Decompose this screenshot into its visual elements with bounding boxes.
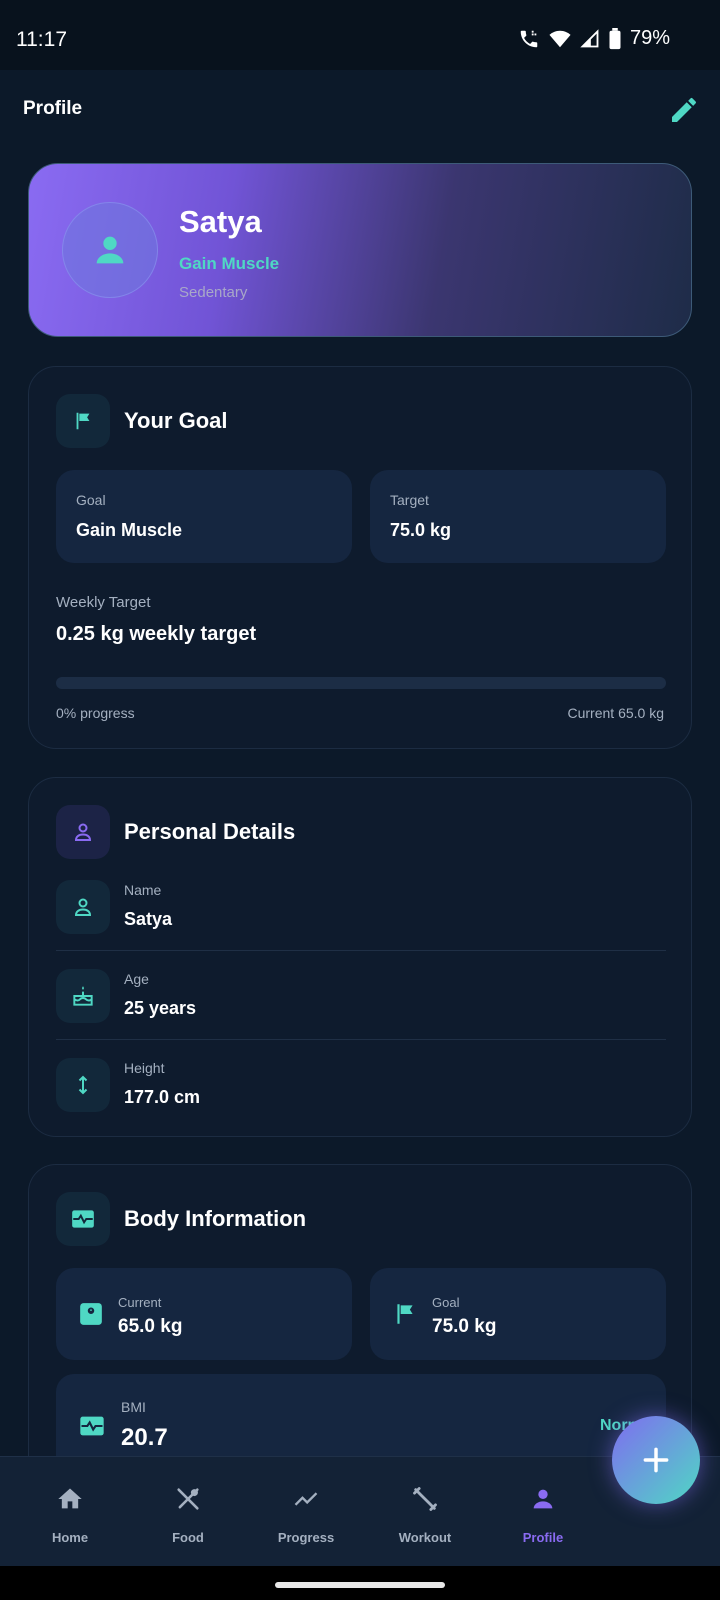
detail-label: Name (124, 882, 162, 898)
bmi-label: BMI (121, 1399, 146, 1415)
nav-label: Workout (398, 1530, 452, 1545)
nav-item-food[interactable]: Food (129, 1457, 247, 1567)
goal-tile: Goal Gain Muscle (56, 470, 352, 563)
personal-card-icon (56, 805, 110, 859)
nav-item-progress[interactable]: Progress (247, 1457, 365, 1567)
nav-label: Profile (522, 1530, 564, 1545)
wifi-icon (549, 30, 571, 47)
profile-goal: Gain Muscle (179, 254, 280, 273)
nav-item-workout[interactable]: Workout (366, 1457, 484, 1567)
page-title: Profile (23, 98, 83, 119)
detail-label: Age (124, 971, 149, 987)
current-weight-label: Current (118, 1295, 162, 1310)
age-row-icon (56, 969, 110, 1023)
divider (56, 950, 666, 951)
nav-label: Home (51, 1530, 89, 1545)
person-icon (533, 1489, 553, 1509)
detail-value: 25 years (124, 998, 197, 1018)
current-weight-text: Current 65.0 kg (567, 705, 665, 721)
person-outline-icon (74, 898, 92, 916)
battery-icon (609, 27, 621, 49)
divider (56, 1039, 666, 1040)
pencil-icon (672, 97, 696, 122)
target-tile-value: 75.0 kg (390, 520, 452, 540)
flag-icon (76, 412, 90, 430)
wifi-calling-icon (520, 30, 538, 47)
person-icon (96, 236, 124, 264)
nav-item-profile[interactable]: Profile (484, 1457, 602, 1567)
status-bar: 11:17 79% (0, 0, 720, 70)
home-icon (58, 1488, 82, 1509)
goal-weight-value: 75.0 kg (432, 1316, 497, 1337)
body-card-title: Body Information (124, 1206, 307, 1231)
detail-row-height: Height 177.0 cm (56, 1058, 666, 1146)
goal-tile-label: Goal (76, 492, 106, 508)
current-weight-value: 65.0 kg (118, 1316, 183, 1337)
detail-label: Height (124, 1060, 165, 1076)
bottom-navigation: Home Food Progress Workout Profile (0, 1456, 720, 1566)
personal-card-title: Personal Details (124, 819, 296, 844)
name-row-icon (56, 880, 110, 934)
current-weight-tile: Current 65.0 kg (56, 1268, 352, 1360)
vertical-arrows-icon (78, 1075, 88, 1095)
target-tile: Target 75.0 kg (370, 470, 666, 563)
bmi-value: 20.7 (121, 1424, 168, 1451)
body-card-icon (56, 1192, 110, 1246)
scale-icon (80, 1303, 102, 1325)
weekly-target-label: Weekly Target (56, 594, 151, 611)
flag-icon (397, 1304, 413, 1324)
detail-value: Satya (124, 909, 173, 929)
plus-icon (643, 1447, 669, 1473)
goal-weight-label: Goal (432, 1295, 460, 1310)
cell-signal-icon (580, 28, 599, 47)
goal-card-icon (56, 394, 110, 448)
personal-details-card: Personal Details Name Satya Age 25 years… (28, 777, 692, 1137)
detail-value: 177.0 cm (124, 1087, 201, 1107)
trending-icon (294, 1492, 318, 1506)
cake-icon (73, 986, 93, 1006)
goal-card-title: Your Goal (124, 408, 228, 433)
detail-row-age: Age 25 years (56, 969, 666, 1057)
status-icons: 79% (518, 27, 670, 50)
goal-card: Your Goal Goal Gain Muscle Target 75.0 k… (28, 366, 692, 749)
add-button[interactable] (612, 1416, 700, 1504)
goal-weight-tile: Goal 75.0 kg (370, 1268, 666, 1360)
target-tile-label: Target (390, 492, 429, 508)
utensils-icon (177, 1488, 199, 1510)
dumbbell-icon (413, 1487, 437, 1511)
detail-row-name: Name Satya (56, 880, 666, 968)
body-information-card: Body Information Current 65.0 kg Goal 75… (28, 1164, 692, 1484)
person-outline-icon (74, 823, 92, 841)
profile-activity-level: Sedentary (179, 284, 248, 301)
goal-tile-value: Gain Muscle (76, 520, 183, 540)
home-indicator[interactable] (275, 1582, 445, 1588)
nav-label: Progress (277, 1530, 335, 1545)
edit-profile-button[interactable] (668, 94, 700, 126)
profile-name: Satya (179, 204, 262, 239)
goal-progress-bar (56, 677, 666, 689)
monitor-heart-icon (80, 1416, 104, 1436)
nav-item-home[interactable]: Home (11, 1457, 129, 1567)
weekly-target-value: 0.25 kg weekly target (56, 623, 257, 645)
status-time: 11:17 (16, 28, 67, 51)
app-header: Profile (0, 70, 720, 145)
avatar (62, 202, 158, 298)
height-row-icon (56, 1058, 110, 1112)
monitor-heart-icon (72, 1210, 94, 1228)
progress-percent-text: 0% progress (56, 705, 135, 721)
nav-label: Food (172, 1530, 204, 1545)
profile-card: Satya Gain Muscle Sedentary (28, 163, 692, 337)
battery-percent: 79% (629, 27, 670, 49)
